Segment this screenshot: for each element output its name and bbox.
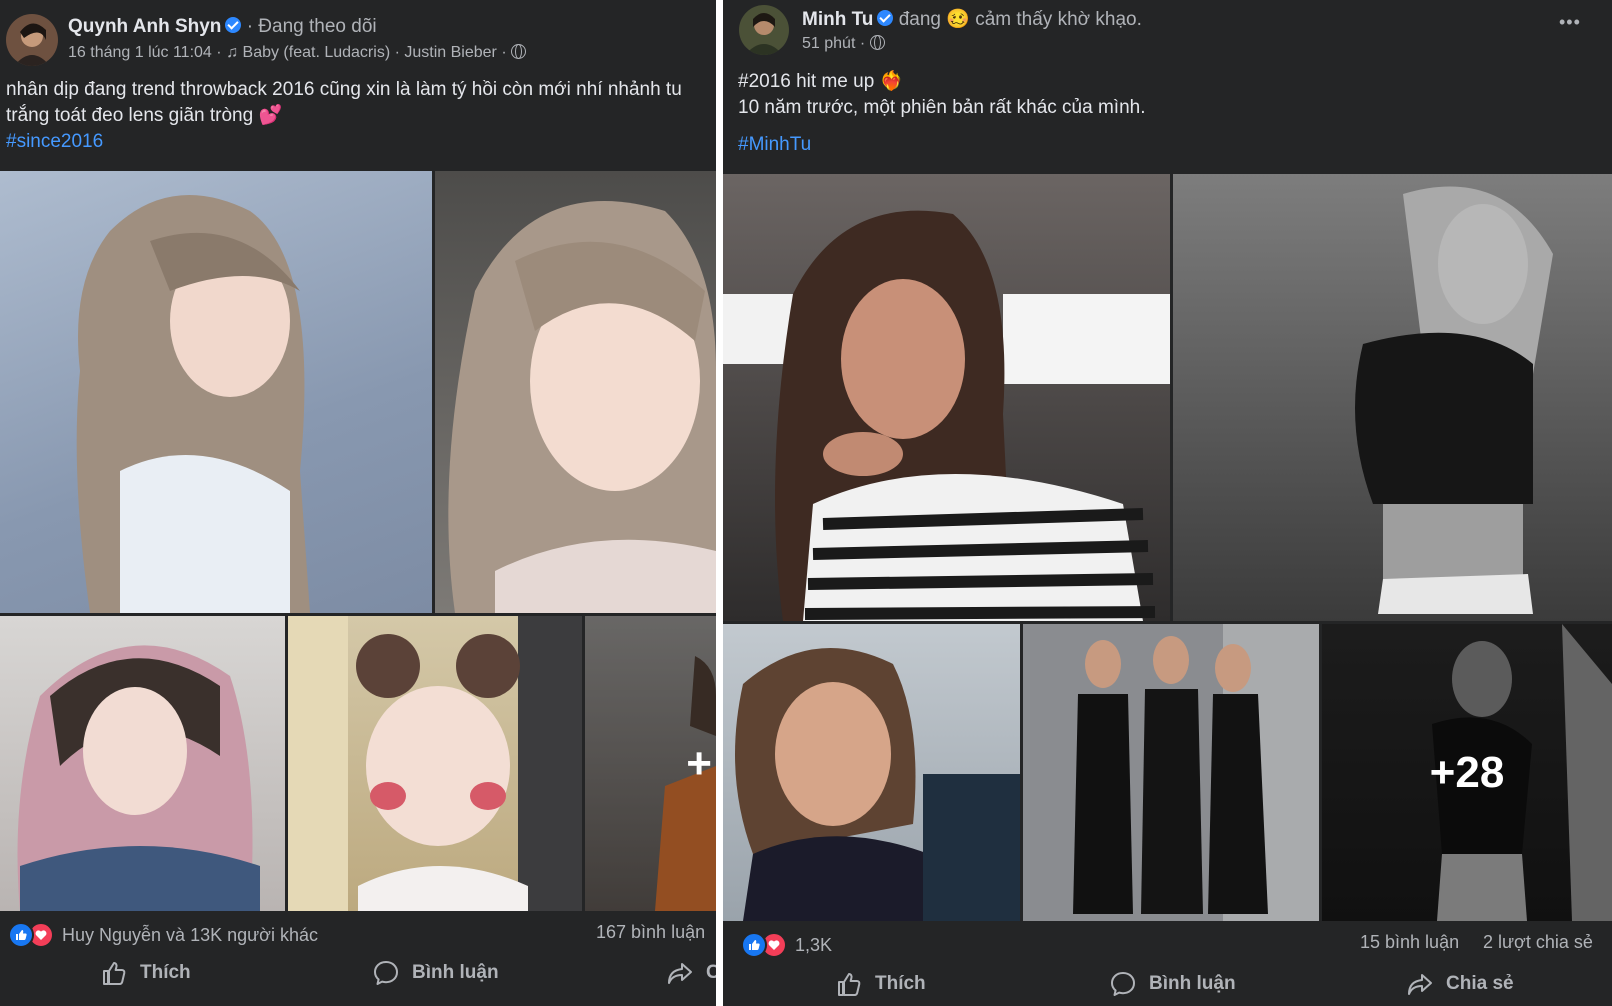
hashtag-link[interactable]: #MinhTu: [738, 134, 811, 156]
comment-button[interactable]: Bình luận: [1109, 970, 1236, 998]
photo-5[interactable]: +: [585, 616, 716, 911]
comment-button[interactable]: Bình luận: [372, 959, 499, 987]
post-text: #2016 hit me up ❤️‍🔥 10 năm trước, một p…: [738, 69, 1146, 121]
post-meta: 51 phút ·: [802, 35, 885, 53]
post-text-line: 10 năm trước, một phiên bản rất khác của…: [738, 97, 1146, 118]
column-divider: [716, 0, 723, 1006]
comment-bubble-icon: [1111, 972, 1135, 996]
share-count[interactable]: 2 lượt chia sẻ: [1483, 932, 1593, 953]
like-reaction-icon: [741, 932, 767, 958]
song-title[interactable]: Baby (feat. Ludacris): [243, 44, 391, 61]
share-button[interactable]: Chia sẻ: [1406, 970, 1514, 998]
share-arrow-icon: [1408, 974, 1432, 995]
more-options-button[interactable]: •••: [1559, 12, 1581, 33]
post-text: nhân dịp đang trend throwback 2016 cũng …: [6, 77, 682, 129]
author-avatar[interactable]: [6, 14, 58, 66]
comment-count[interactable]: 167 bình luận: [596, 922, 705, 943]
post-meta: 16 tháng 1 lúc 11:04 · ♫ Baby (feat. Lud…: [68, 44, 527, 62]
follow-status[interactable]: · Đang theo dõi: [247, 16, 377, 37]
post-timestamp[interactable]: 16 tháng 1 lúc 11:04: [68, 44, 212, 61]
post-quynh-anh-shyn: Quynh Anh Shyn · Đang theo dõi 16 tháng …: [0, 0, 716, 1006]
reaction-summary[interactable]: Huy Nguyễn và 13K người khác: [8, 922, 318, 948]
share-arrow-icon: [668, 963, 692, 984]
like-reaction-icon: [8, 922, 34, 948]
more-photos-overlay[interactable]: +: [585, 616, 716, 911]
post-minh-tu: Minh Tu đang 🥴 cảm thấy khờ khạo. 51 phú…: [723, 0, 1612, 1006]
author-name[interactable]: Minh Tu đang 🥴 cảm thấy khờ khạo.: [802, 7, 1142, 31]
song-artist[interactable]: Justin Bieber: [404, 44, 497, 61]
photo-1[interactable]: [723, 174, 1170, 621]
reaction-count: 1,3K: [795, 934, 833, 955]
thumbs-up-icon: [838, 973, 861, 996]
photo-3[interactable]: [723, 624, 1020, 921]
feeling-prefix: đang: [898, 9, 941, 30]
feeling-text[interactable]: cảm thấy khờ khạo.: [975, 9, 1142, 30]
photo-3[interactable]: [0, 616, 285, 911]
share-button[interactable]: C: [666, 959, 716, 987]
comment-count[interactable]: 15 bình luận: [1360, 932, 1459, 953]
music-note-icon: ♫: [226, 44, 239, 61]
verified-badge-icon: [877, 10, 894, 26]
author-name[interactable]: Quynh Anh Shyn · Đang theo dõi: [68, 16, 377, 38]
post-text-line: nhân dịp đang trend throwback 2016 cũng …: [6, 79, 682, 100]
hashtag-link[interactable]: #since2016: [6, 131, 103, 153]
author-avatar[interactable]: [739, 5, 789, 55]
photo-5[interactable]: +28: [1322, 624, 1612, 921]
thumbs-up-icon: [103, 962, 126, 985]
feeling-emoji-icon: 🥴: [946, 9, 970, 30]
post-timestamp[interactable]: 51 phút: [802, 35, 855, 52]
like-button[interactable]: Thích: [835, 970, 926, 998]
photo-4[interactable]: [1023, 624, 1319, 921]
globe-icon: [869, 35, 885, 50]
verified-badge-icon: [225, 17, 242, 33]
post-text-line: #2016 hit me up ❤️‍🔥: [738, 71, 904, 92]
photo-1[interactable]: [0, 171, 432, 613]
photo-2[interactable]: [1173, 174, 1612, 621]
photo-2[interactable]: [435, 171, 716, 613]
globe-icon: [511, 44, 527, 59]
comment-bubble-icon: [374, 961, 398, 985]
post-text-line: trắng toát đeo lens giãn tròng 💕: [6, 105, 283, 126]
reaction-summary[interactable]: 1,3K: [741, 932, 832, 958]
photo-4[interactable]: [288, 616, 582, 911]
reactors-text: Huy Nguyễn và 13K người khác: [62, 924, 318, 945]
more-photos-overlay[interactable]: +28: [1322, 624, 1612, 921]
like-button[interactable]: Thích: [100, 959, 191, 987]
